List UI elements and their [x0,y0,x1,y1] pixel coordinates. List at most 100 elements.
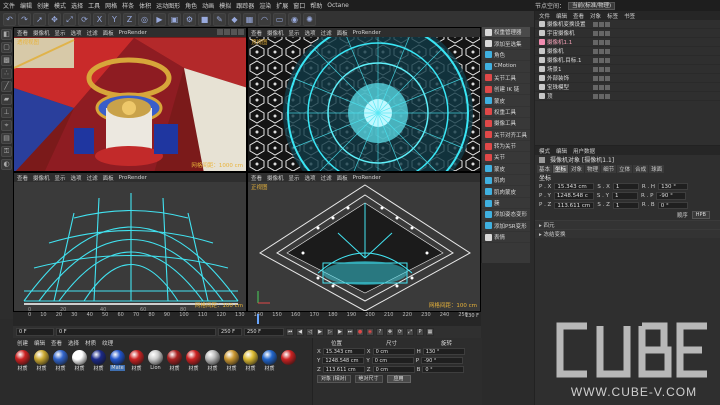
character-menu-item[interactable]: 摄像工具 [482,118,530,130]
vp-menu-item[interactable]: 显示 [289,174,300,182]
character-menu-item[interactable]: 关节对齐工具 [482,130,530,141]
rotation-field[interactable]: 0 ° [422,365,465,374]
object-tags[interactable] [593,84,610,90]
scale-field[interactable]: 1 [612,192,639,200]
object-row[interactable]: 外部装饰 [535,74,720,83]
vp-menu-item[interactable]: 显示 [289,29,300,37]
material-swatch[interactable]: 材质 [205,350,220,372]
object-row[interactable]: 摄像机1.1 [535,38,720,47]
character-menu-item[interactable]: CMotion [482,61,530,73]
vp-menu-item[interactable]: 查看 [17,29,28,37]
preview-min-field[interactable]: 0 F [56,328,216,336]
light-icon[interactable]: ✺ [303,12,316,26]
vp-menu-item[interactable]: ProRender [119,175,147,181]
render-icon[interactable]: ▣ [168,12,181,26]
vp-menu-item[interactable]: 过滤 [321,174,332,182]
attr-menu-item[interactable]: 用户数据 [573,147,595,155]
vp-menu-item[interactable]: 面板 [103,29,114,37]
viewport-nav[interactable] [217,29,244,35]
menu-item[interactable]: 文件 [3,1,15,10]
subdivision-icon[interactable]: ◆ [228,12,241,26]
menu-item[interactable]: 编辑 [20,1,32,10]
character-menu-item[interactable]: 表情 [482,232,530,244]
attr-menu-item[interactable]: 模式 [539,147,550,155]
character-menu-item[interactable]: 肌肉 [482,175,530,187]
attr-tab[interactable]: 坐标 [553,164,569,173]
menu-item[interactable]: Octane [327,2,349,9]
scale-icon[interactable]: ⤢ [63,12,76,26]
object-row[interactable]: 摄像机.目标.1 [535,56,720,65]
character-menu-item[interactable]: 添加姿态变形 [482,209,530,221]
object-tags[interactable] [593,21,610,27]
viewport-top[interactable]: 查看 摄像机 显示 选项 过滤 面板 ProRender 顶视图 [247,27,481,172]
render-settings-icon[interactable]: ⚙ [183,12,196,26]
menu-item[interactable]: 运动图形 [156,1,180,10]
material-swatch[interactable]: Lion [148,350,163,372]
character-menu-item[interactable]: 蒙皮 [482,164,530,176]
pos-field[interactable]: 15.343 cm [554,182,595,191]
vp-menu-item[interactable]: 摄像机 [33,174,50,182]
material-swatch[interactable]: 材质 [167,350,182,372]
coord-mode-dropdown[interactable]: 对象 (相对) [317,375,351,383]
scale-key-icon[interactable]: ⤢ [406,328,414,336]
order-dropdown[interactable]: HPB [691,211,710,220]
attr-tab[interactable]: 细节 [601,164,617,173]
autokey-icon[interactable]: ◉ [366,328,374,336]
menu-item[interactable]: 模拟 [219,1,231,10]
attr-menu-item[interactable]: 编辑 [556,147,567,155]
record-icon[interactable]: ● [356,328,364,336]
object-row[interactable]: 摄像机变换设置 [535,20,720,29]
viewport-perspective[interactable]: 查看 摄像机 显示 选项 过滤 面板 ProRender 透视视图 网格间距：1… [13,27,247,172]
vp-menu-item[interactable]: 显示 [55,174,66,182]
rot-field[interactable]: -90 ° [656,192,687,200]
object-row[interactable]: 宝珠模型 [535,83,720,92]
x-axis-icon[interactable]: X [93,12,106,26]
material-swatch[interactable]: 材质 [262,350,277,372]
redo-icon[interactable]: ↷ [18,12,31,26]
menu-item[interactable]: 体积 [139,1,151,10]
menu-item[interactable]: 创建 [37,1,49,10]
object-tags[interactable] [593,30,610,36]
vp-menu-item[interactable]: 摄像机 [267,174,284,182]
material-swatch[interactable]: 材质 [53,350,68,372]
pos-field[interactable]: 113.611 cm [554,201,595,210]
world-coord-icon[interactable]: ◎ [138,12,151,26]
material-menu-item[interactable]: 编辑 [34,339,45,347]
object-tags[interactable] [593,57,610,63]
object-tags[interactable] [593,75,610,81]
character-menu-item[interactable]: 簇 [482,198,530,210]
object-tags[interactable] [593,48,610,54]
size-mode-dropdown[interactable]: 绝对尺寸 [354,375,383,383]
material-swatch[interactable]: 材质 [243,350,258,372]
z-axis-icon[interactable]: Z [123,12,136,26]
object-manager-menu-item[interactable]: 对象 [590,12,601,20]
menu-item[interactable]: 角色 [185,1,197,10]
material-swatch[interactable]: 材质 [129,350,144,372]
menu-item[interactable]: 模式 [54,1,66,10]
character-menu-item[interactable]: 创建 IK 链 [482,84,530,96]
attr-tab[interactable]: 基本 [537,164,553,173]
vp-menu-item[interactable]: 查看 [251,29,262,37]
rotation-field[interactable]: 130 ° [422,347,465,356]
first-frame-icon[interactable]: ⏮ [286,328,294,336]
object-manager-menu-item[interactable]: 书签 [624,12,635,20]
position-key-icon[interactable]: ✥ [386,328,394,336]
menu-item[interactable]: 渲染 [259,1,271,10]
apply-button[interactable]: 应用 [386,375,411,383]
menu-item[interactable]: 选择 [71,1,83,10]
menu-item[interactable]: 跟踪器 [236,1,254,10]
snap-icon[interactable]: ⌖ [1,120,12,131]
vp-menu-item[interactable]: 摄像机 [33,29,50,37]
camera-icon[interactable]: ◉ [288,12,301,26]
prev-key-icon[interactable]: ◀ [296,328,304,336]
array-icon[interactable]: ▦ [243,12,256,26]
material-swatch[interactable]: 材质 [15,350,30,372]
pos-field[interactable]: 1248.548 c [553,192,594,200]
last-frame-icon[interactable]: ⏭ [346,328,354,336]
material-swatch[interactable]: 材质 [72,350,87,372]
character-menu-item[interactable]: 蒙皮 [482,95,530,107]
current-frame-marker[interactable] [256,314,259,324]
vp-menu-item[interactable]: 过滤 [321,29,332,37]
attr-tab[interactable]: 物理 [585,164,601,173]
menu-item[interactable]: 窗口 [293,1,305,10]
